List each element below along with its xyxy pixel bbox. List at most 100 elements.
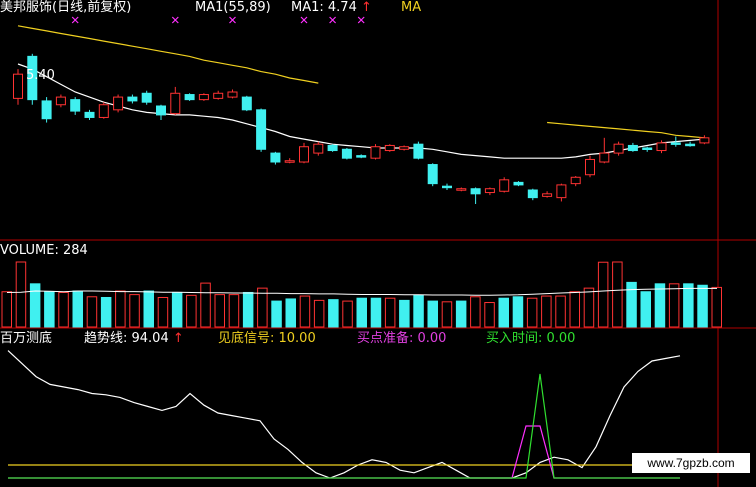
candle-body (542, 193, 553, 197)
volume-bar (143, 290, 154, 328)
candle-body (627, 144, 638, 152)
trend-line-value: 趋势线: 94.04 (84, 331, 169, 346)
volume-bar (640, 291, 651, 328)
volume-bar (200, 282, 211, 328)
watermark: www.7gpzb.com (632, 453, 750, 473)
candle-body (227, 91, 238, 98)
signal-marker-icon (71, 16, 79, 24)
candle-body (270, 152, 281, 163)
bottom-signal-label: 见底信号: 10.00 (218, 331, 316, 346)
candle-body (356, 155, 367, 158)
candle-body (84, 111, 95, 118)
candle-body (213, 92, 224, 99)
candle-body (327, 144, 338, 152)
candle-body (127, 96, 138, 102)
period-info: (日线,前复权) (52, 0, 132, 15)
candle-body (198, 94, 209, 101)
candle-body (513, 181, 524, 186)
volume-bar (242, 291, 254, 328)
volume-bar (285, 298, 296, 328)
volume-bar (186, 294, 197, 328)
volume-bar (541, 295, 552, 328)
volume-bar (44, 291, 55, 328)
volume-bar (157, 296, 169, 328)
up-arrow-icon: ↑ (360, 0, 372, 15)
candle-body (599, 152, 610, 163)
volume-bar (58, 291, 69, 328)
candle-body (556, 184, 567, 199)
signal-marker-icon (300, 16, 308, 24)
candle-body (70, 99, 81, 112)
candle-body (284, 160, 295, 163)
candle-body (341, 148, 352, 159)
volume-bar (370, 297, 382, 328)
candle-body (113, 96, 124, 111)
stock-title: 美邦服饰(日线,前复权) (0, 0, 131, 16)
volume-bar (384, 297, 396, 328)
volume-bar (512, 296, 524, 328)
candle-body (141, 92, 152, 103)
volume-bar (171, 291, 183, 328)
volume-bar (668, 283, 680, 328)
volume-bar (313, 299, 325, 328)
candle-body (370, 146, 381, 159)
trend-line-label: 趋势线: 94.04 ↑ (84, 331, 184, 347)
volume-bar (597, 261, 609, 328)
candle-body (470, 188, 481, 195)
ma-short-line (17, 63, 705, 159)
volume-bar (271, 300, 282, 328)
candle-body (456, 188, 467, 191)
volume-bar (441, 301, 453, 328)
candle-body (13, 73, 23, 99)
volume-bar (612, 261, 623, 328)
signal-marker-icon (229, 16, 236, 24)
stock-name: 美邦服饰 (0, 0, 53, 15)
volume-bar (555, 295, 566, 328)
volume-bar (484, 302, 495, 328)
candle-body (670, 142, 681, 145)
candle-body (484, 188, 495, 194)
candle-body (55, 96, 66, 106)
volume-bar (583, 287, 595, 328)
candle-body (585, 158, 595, 176)
volume-bar (711, 286, 722, 328)
volume-bar (654, 283, 666, 328)
candle-body (299, 146, 309, 163)
volume-bar (342, 300, 353, 328)
volume-bar (683, 283, 694, 328)
stock-chart-window: 美邦服饰(日线,前复权) MA1(55,89) MA1: 4.74 ↑ MA 5… (0, 0, 756, 487)
volume-bar (470, 296, 481, 328)
volume-bar (399, 299, 410, 328)
volume-bar (569, 291, 580, 328)
volume-bar (413, 294, 424, 328)
volume-bar (427, 300, 438, 328)
ma-params-label: MA1(55,89) (195, 0, 271, 15)
signal-marker-icon (357, 16, 365, 24)
chart-canvas (0, 0, 756, 487)
candle-body (241, 96, 252, 111)
ma-truncated-label: MA (401, 0, 422, 15)
candle-body (384, 144, 395, 152)
buy-time-line (8, 373, 680, 479)
candle-body (184, 94, 195, 101)
candle-body (642, 147, 653, 150)
candle-body (613, 143, 624, 154)
high-price-label: 5.40 (26, 68, 55, 83)
volume-bar (328, 299, 339, 328)
volume-bar (129, 294, 140, 328)
candle-body (313, 143, 324, 154)
candle-body (685, 143, 696, 147)
candle-body (170, 92, 181, 115)
ma-long-line (17, 25, 319, 84)
signal-marker-icon (329, 16, 337, 24)
volume-bar (86, 296, 98, 328)
candle-body (699, 137, 710, 144)
buy-prep-label: 买点准备: 0.00 (357, 331, 447, 346)
volume-bar (455, 300, 467, 328)
volume-bar (299, 295, 311, 328)
candle-body (442, 185, 452, 189)
candle-body (427, 164, 438, 185)
up-arrow-icon: ↑ (172, 331, 184, 346)
volume-bar (257, 287, 268, 328)
ma1-value: MA1: 4.74 (291, 0, 357, 15)
